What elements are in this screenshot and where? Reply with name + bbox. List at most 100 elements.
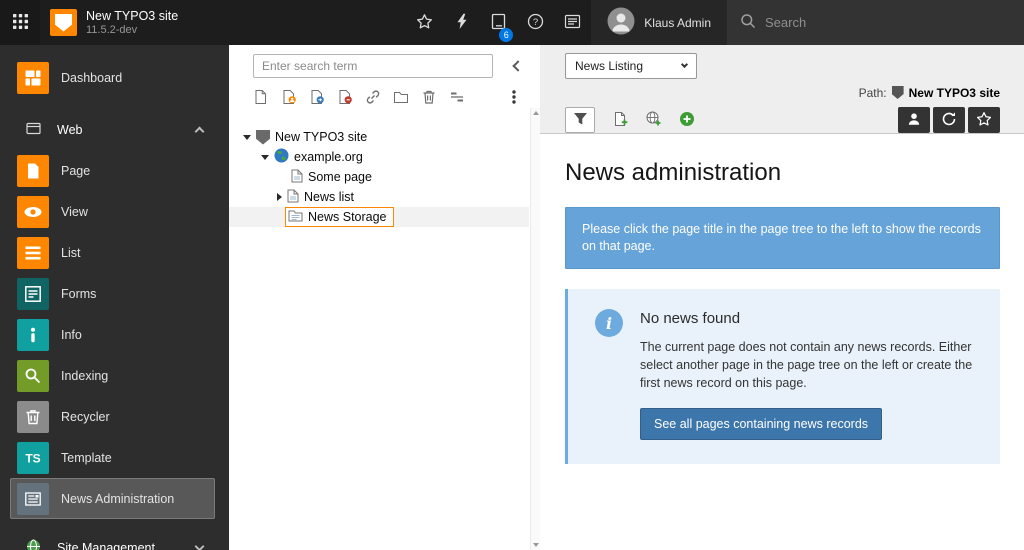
doc-header-top: News Listing bbox=[565, 51, 1000, 81]
sidebar-item-view[interactable]: View bbox=[10, 191, 215, 232]
new-shortcut-page-icon[interactable] bbox=[309, 89, 325, 105]
new-page-icon[interactable] bbox=[253, 89, 269, 105]
tree-scrollbar[interactable] bbox=[530, 108, 540, 550]
create-news-button[interactable] bbox=[609, 107, 633, 133]
sidebar-divider bbox=[0, 519, 229, 527]
new-recycler-icon[interactable] bbox=[421, 89, 437, 105]
create-tag-button[interactable] bbox=[675, 107, 699, 133]
module-menu-toggle-button[interactable] bbox=[0, 0, 40, 45]
search-input[interactable] bbox=[765, 15, 1011, 30]
sidebar-item-label: Forms bbox=[61, 287, 96, 301]
expanded-toggle-icon[interactable] bbox=[243, 135, 251, 140]
tree-toolbar bbox=[229, 78, 540, 114]
page-tree: New TYPO3 site example.org Some page New… bbox=[229, 114, 540, 227]
sidebar-section-label: Site Management bbox=[57, 541, 155, 550]
sidebar-section-site-management[interactable]: Site Management bbox=[0, 527, 229, 550]
module-content: News administration Please click the pag… bbox=[540, 134, 1024, 550]
page-module-icon bbox=[17, 155, 49, 187]
doc-header: News Listing Path: New TYPO3 site bbox=[540, 45, 1024, 134]
tree-node-label: News list bbox=[304, 190, 354, 204]
bookmarks-button[interactable] bbox=[406, 0, 443, 45]
sidebar-item-dashboard[interactable]: Dashboard bbox=[10, 57, 215, 98]
sidebar-item-recycler[interactable]: Recycler bbox=[10, 396, 215, 437]
new-link-page-icon[interactable] bbox=[365, 89, 381, 105]
sidebar-item-news-administration[interactable]: News Administration bbox=[10, 478, 215, 519]
breadcrumb: Path: New TYPO3 site bbox=[565, 81, 1000, 104]
site-globe-icon bbox=[274, 148, 289, 166]
svg-text:TS: TS bbox=[25, 451, 40, 465]
tree-node-label: News Storage bbox=[308, 210, 387, 224]
bookmark-button[interactable] bbox=[968, 107, 1000, 133]
chevron-down-icon bbox=[681, 61, 688, 68]
tree-node-some-page[interactable]: Some page bbox=[229, 167, 529, 187]
tree-node-root[interactable]: New TYPO3 site bbox=[229, 127, 529, 147]
new-backend-user-section-page-icon[interactable] bbox=[281, 89, 297, 105]
callout-body: No news found The current page does not … bbox=[640, 307, 980, 440]
indexing-module-icon bbox=[17, 360, 49, 392]
filter-button[interactable] bbox=[565, 107, 595, 133]
scroll-down-button[interactable] bbox=[533, 543, 539, 547]
typo3-logo bbox=[50, 9, 77, 36]
info-module-icon bbox=[17, 319, 49, 351]
typo3-shield-icon bbox=[892, 86, 904, 99]
user-button[interactable] bbox=[898, 107, 930, 133]
sidebar-item-label: Info bbox=[61, 328, 82, 342]
help-button[interactable]: ? bbox=[517, 0, 554, 45]
user-name: Klaus Admin bbox=[644, 16, 711, 30]
refresh-button[interactable] bbox=[933, 107, 965, 133]
see-all-pages-button[interactable]: See all pages containing news records bbox=[640, 408, 882, 440]
user-menu-button[interactable]: Klaus Admin bbox=[591, 0, 727, 45]
topbar-search[interactable] bbox=[727, 0, 1024, 45]
selected-node-outline: News Storage bbox=[285, 207, 394, 227]
expanded-toggle-icon[interactable] bbox=[261, 155, 269, 160]
more-options-icon[interactable] bbox=[506, 89, 522, 105]
doc-header-right-buttons bbox=[898, 107, 1000, 133]
view-module-icon bbox=[17, 196, 49, 228]
sidebar-item-label: View bbox=[61, 205, 88, 219]
sidebar-item-forms[interactable]: Forms bbox=[10, 273, 215, 314]
user-icon bbox=[906, 111, 922, 130]
collapse-tree-button[interactable] bbox=[505, 54, 531, 78]
search-icon bbox=[740, 13, 756, 32]
new-folder-icon[interactable] bbox=[393, 89, 409, 105]
sidebar-item-indexing[interactable]: Indexing bbox=[10, 355, 215, 396]
site-title: New TYPO3 site bbox=[86, 9, 178, 24]
system-info-icon bbox=[564, 13, 581, 33]
system-information-button[interactable] bbox=[554, 0, 591, 45]
callout-text: The current page does not contain any ne… bbox=[640, 338, 980, 392]
module-function-select[interactable]: News Listing bbox=[565, 53, 697, 79]
sidebar-item-label: Recycler bbox=[61, 410, 110, 424]
tree-node-label: example.org bbox=[294, 150, 363, 164]
sidebar-item-label: Page bbox=[61, 164, 90, 178]
create-translation-button[interactable] bbox=[642, 107, 666, 133]
help-icon: ? bbox=[527, 13, 544, 33]
scroll-up-button[interactable] bbox=[533, 111, 539, 115]
module-function-value: News Listing bbox=[575, 59, 643, 73]
tree-node-news-list[interactable]: News list bbox=[229, 187, 529, 207]
tree-search-bar bbox=[229, 45, 540, 78]
news-module-icon bbox=[17, 483, 49, 515]
svg-text:?: ? bbox=[533, 17, 538, 28]
clear-cache-button[interactable] bbox=[443, 0, 480, 45]
avatar bbox=[607, 7, 635, 38]
new-divider-icon[interactable] bbox=[449, 89, 465, 105]
page-icon bbox=[287, 189, 299, 206]
tree-search-input[interactable] bbox=[253, 54, 493, 78]
sidebar-item-info[interactable]: Info bbox=[10, 314, 215, 355]
open-documents-button[interactable]: 6 bbox=[480, 0, 517, 45]
new-translation-icon bbox=[646, 111, 662, 130]
info-message: Please click the page title in the page … bbox=[565, 207, 1000, 269]
tree-node-site[interactable]: example.org bbox=[229, 147, 529, 167]
sidebar-item-list[interactable]: List bbox=[10, 232, 215, 273]
path-label: Path: bbox=[859, 86, 887, 100]
open-docs-badge: 6 bbox=[499, 28, 513, 42]
tree-node-news-storage[interactable]: News Storage bbox=[229, 207, 529, 227]
collapsed-toggle-icon[interactable] bbox=[277, 193, 282, 201]
page-icon bbox=[291, 169, 303, 186]
new-spacer-page-icon[interactable] bbox=[337, 89, 353, 105]
site-home-link[interactable]: New TYPO3 site 11.5.2-dev bbox=[40, 0, 188, 45]
star-icon bbox=[416, 13, 433, 33]
sidebar-item-template[interactable]: TS Template bbox=[10, 437, 215, 478]
sidebar-section-web[interactable]: Web bbox=[0, 109, 229, 150]
sidebar-item-page[interactable]: Page bbox=[10, 150, 215, 191]
